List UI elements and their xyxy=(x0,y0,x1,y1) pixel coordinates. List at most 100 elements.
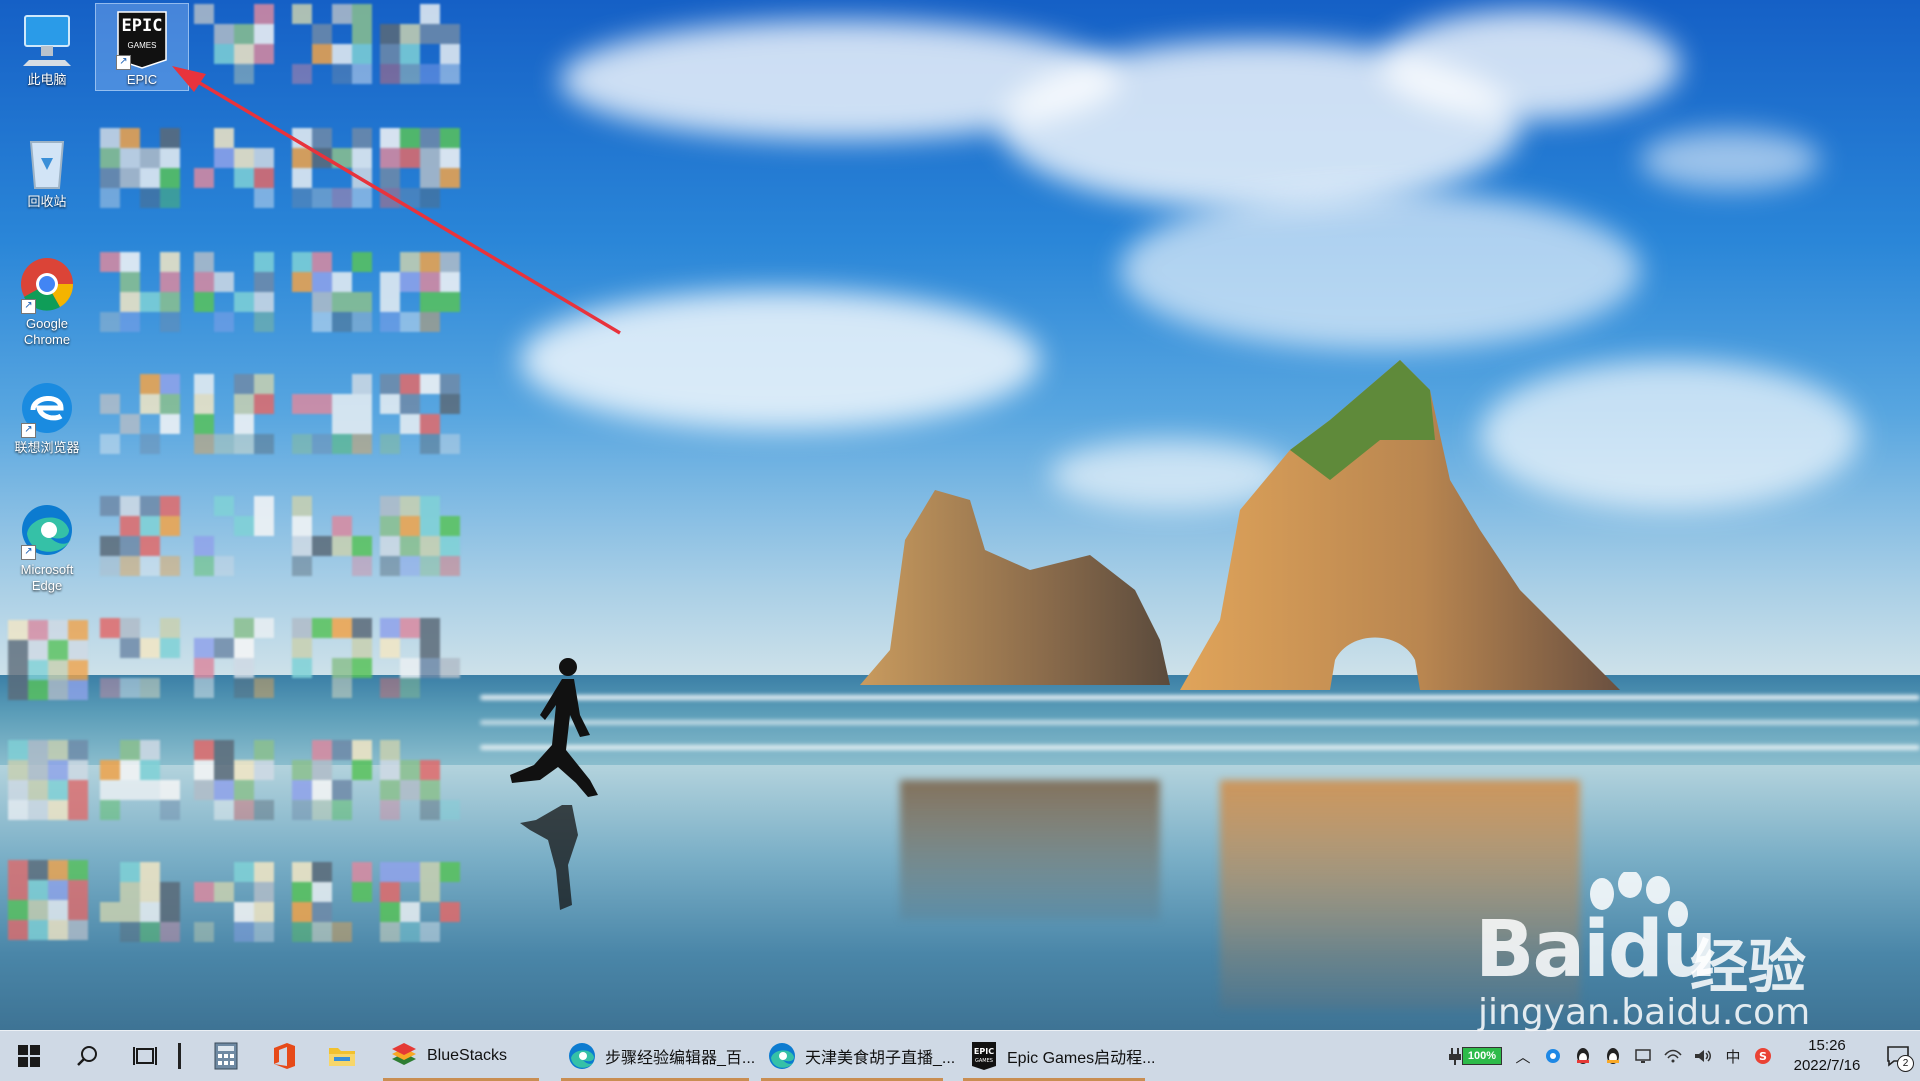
monitor-icon xyxy=(1635,1049,1651,1063)
pinned-calculator[interactable] xyxy=(197,1031,255,1081)
desktop-icon-recycle-bin[interactable]: 回收站 xyxy=(1,126,93,216)
start-button[interactable] xyxy=(0,1031,58,1081)
taskbar-separator xyxy=(178,1043,181,1069)
battery-percent: 100% xyxy=(1462,1047,1502,1065)
desktop-icon-label: 联想浏览器 xyxy=(14,440,80,455)
system-clock[interactable]: 15:26 2022/7/16 xyxy=(1778,1036,1876,1076)
tray-app-4[interactable] xyxy=(1628,1031,1658,1081)
search-button[interactable] xyxy=(58,1031,116,1081)
taskbar-app-epic-launcher[interactable]: EPIC GAMES Epic Games启动程... xyxy=(959,1031,1155,1081)
pixelated-icon xyxy=(100,740,180,820)
pixelated-icon xyxy=(100,618,180,698)
cloud xyxy=(1380,10,1680,120)
pixelated-icon xyxy=(100,128,180,208)
epic-logo-text: EPIC xyxy=(121,16,163,36)
pixelated-icon xyxy=(194,374,274,454)
action-center-button[interactable]: 2 xyxy=(1876,1031,1920,1081)
pixelated-icon xyxy=(100,252,180,332)
speaker-icon xyxy=(1695,1050,1711,1062)
pixelated-icon xyxy=(8,740,88,820)
tray-app-3[interactable] xyxy=(1598,1031,1628,1081)
volume-button[interactable] xyxy=(1688,1031,1718,1081)
pixelated-icon xyxy=(292,128,372,208)
pixelated-icon xyxy=(100,496,180,576)
wave-foam xyxy=(480,695,1920,700)
taskbar-app-edge-editor[interactable]: 步骤经验编辑器_百... xyxy=(557,1031,756,1081)
wave-foam xyxy=(480,745,1920,750)
runner-silhouette xyxy=(510,658,598,910)
pixelated-icon xyxy=(380,374,460,454)
pixelated-icon xyxy=(292,374,372,454)
sogou-icon: S xyxy=(1755,1048,1771,1064)
clock-date: 2022/7/16 xyxy=(1793,1057,1861,1074)
svg-text:S: S xyxy=(1759,1050,1767,1063)
tray-app-1[interactable] xyxy=(1538,1031,1568,1081)
wave-foam xyxy=(480,720,1920,725)
input-method-button[interactable]: 中 xyxy=(1718,1031,1748,1081)
desktop-icon-label: 此电脑 xyxy=(27,72,67,87)
pixelated-icon xyxy=(380,740,460,820)
desktop-icon-label: Microsoft Edge xyxy=(20,562,74,593)
svg-text:GAMES: GAMES xyxy=(975,1058,993,1064)
desktop-icon-chrome[interactable]: ↗ Google Chrome xyxy=(1,248,93,356)
taskbar-app-edge-live[interactable]: 天津美食胡子直播_... xyxy=(757,1031,955,1081)
small-sea-rock xyxy=(860,490,1170,685)
windows-start-icon xyxy=(18,1045,40,1067)
show-hidden-icons-button[interactable]: ︿ xyxy=(1508,1031,1538,1081)
notification-count: 2 xyxy=(1897,1055,1914,1072)
pixelated-icon xyxy=(380,862,460,942)
desktop-icon-label: 回收站 xyxy=(27,194,67,209)
plug-icon xyxy=(1449,1048,1461,1065)
task-view-icon xyxy=(133,1047,157,1065)
pixelated-icon xyxy=(292,862,372,942)
shortcut-arrow-icon: ↗ xyxy=(21,545,36,560)
taskbar: BlueStacks 步骤经验编辑器_百... 天津美食胡子直播_... EPI… xyxy=(0,1030,1920,1081)
rock-reflection xyxy=(900,780,1160,920)
office-icon xyxy=(274,1043,295,1069)
epic-games-icon: EPIC GAMES xyxy=(972,1042,996,1070)
cloud xyxy=(520,290,1040,430)
tray-app-sogou[interactable]: S xyxy=(1748,1031,1778,1081)
network-button[interactable] xyxy=(1658,1031,1688,1081)
desktop-icon-this-pc[interactable]: 此电脑 xyxy=(1,4,93,92)
recycle-bin-icon xyxy=(19,132,75,192)
taskbar-app-label: BlueStacks xyxy=(427,1047,508,1064)
clock-time: 15:26 xyxy=(1808,1037,1846,1054)
task-view-button[interactable] xyxy=(116,1031,174,1081)
taskbar-app-bluestacks[interactable]: BlueStacks xyxy=(379,1031,543,1081)
shortcut-arrow-icon: ↗ xyxy=(21,299,36,314)
bluestacks-icon xyxy=(392,1043,416,1065)
desktop-icon-lenovo-browser[interactable]: ↗ 联想浏览器 xyxy=(1,372,93,462)
taskbar-app-label: Epic Games启动程... xyxy=(1007,1050,1156,1067)
pixelated-icon xyxy=(194,862,274,942)
edge-icon xyxy=(769,1043,795,1069)
pixelated-icon xyxy=(380,618,460,698)
desktop-icon-epic[interactable]: EPIC GAMES ↗ EPIC xyxy=(95,3,189,91)
pixelated-icon xyxy=(194,618,274,698)
taskbar-app-label: 步骤经验编辑器_百... xyxy=(605,1050,756,1067)
pinned-office[interactable] xyxy=(255,1031,313,1081)
qq-penguin-icon xyxy=(1607,1048,1619,1064)
pinned-file-explorer[interactable] xyxy=(313,1031,371,1081)
pixelated-icon xyxy=(292,740,372,820)
baidu-paw-icon xyxy=(1590,872,1688,927)
qq-penguin-icon xyxy=(1577,1048,1589,1064)
shortcut-arrow-icon: ↗ xyxy=(116,55,131,70)
system-tray: 100% ︿ 中 S 15:26 2022/7/16 2 xyxy=(1448,1031,1920,1081)
desktop-icon-label: EPIC xyxy=(126,72,158,87)
battery-indicator[interactable]: 100% xyxy=(1448,1046,1502,1066)
settings-gear-icon xyxy=(1546,1049,1560,1063)
epic-games-icon: EPIC GAMES ↗ xyxy=(114,10,170,70)
search-icon xyxy=(77,1046,97,1066)
pixelated-icon xyxy=(194,4,274,84)
pixelated-icon xyxy=(380,252,460,332)
pixelated-icon xyxy=(194,740,274,820)
lenovo-browser-icon: ↗ xyxy=(19,378,75,438)
pixelated-icon xyxy=(8,860,88,940)
pixelated-icon xyxy=(292,618,372,698)
ime-label: 中 xyxy=(1725,1048,1741,1066)
pixelated-icon xyxy=(292,496,372,576)
tray-app-2[interactable] xyxy=(1568,1031,1598,1081)
edge-icon xyxy=(569,1043,595,1069)
desktop-icon-edge[interactable]: ↗ Microsoft Edge xyxy=(1,494,93,602)
